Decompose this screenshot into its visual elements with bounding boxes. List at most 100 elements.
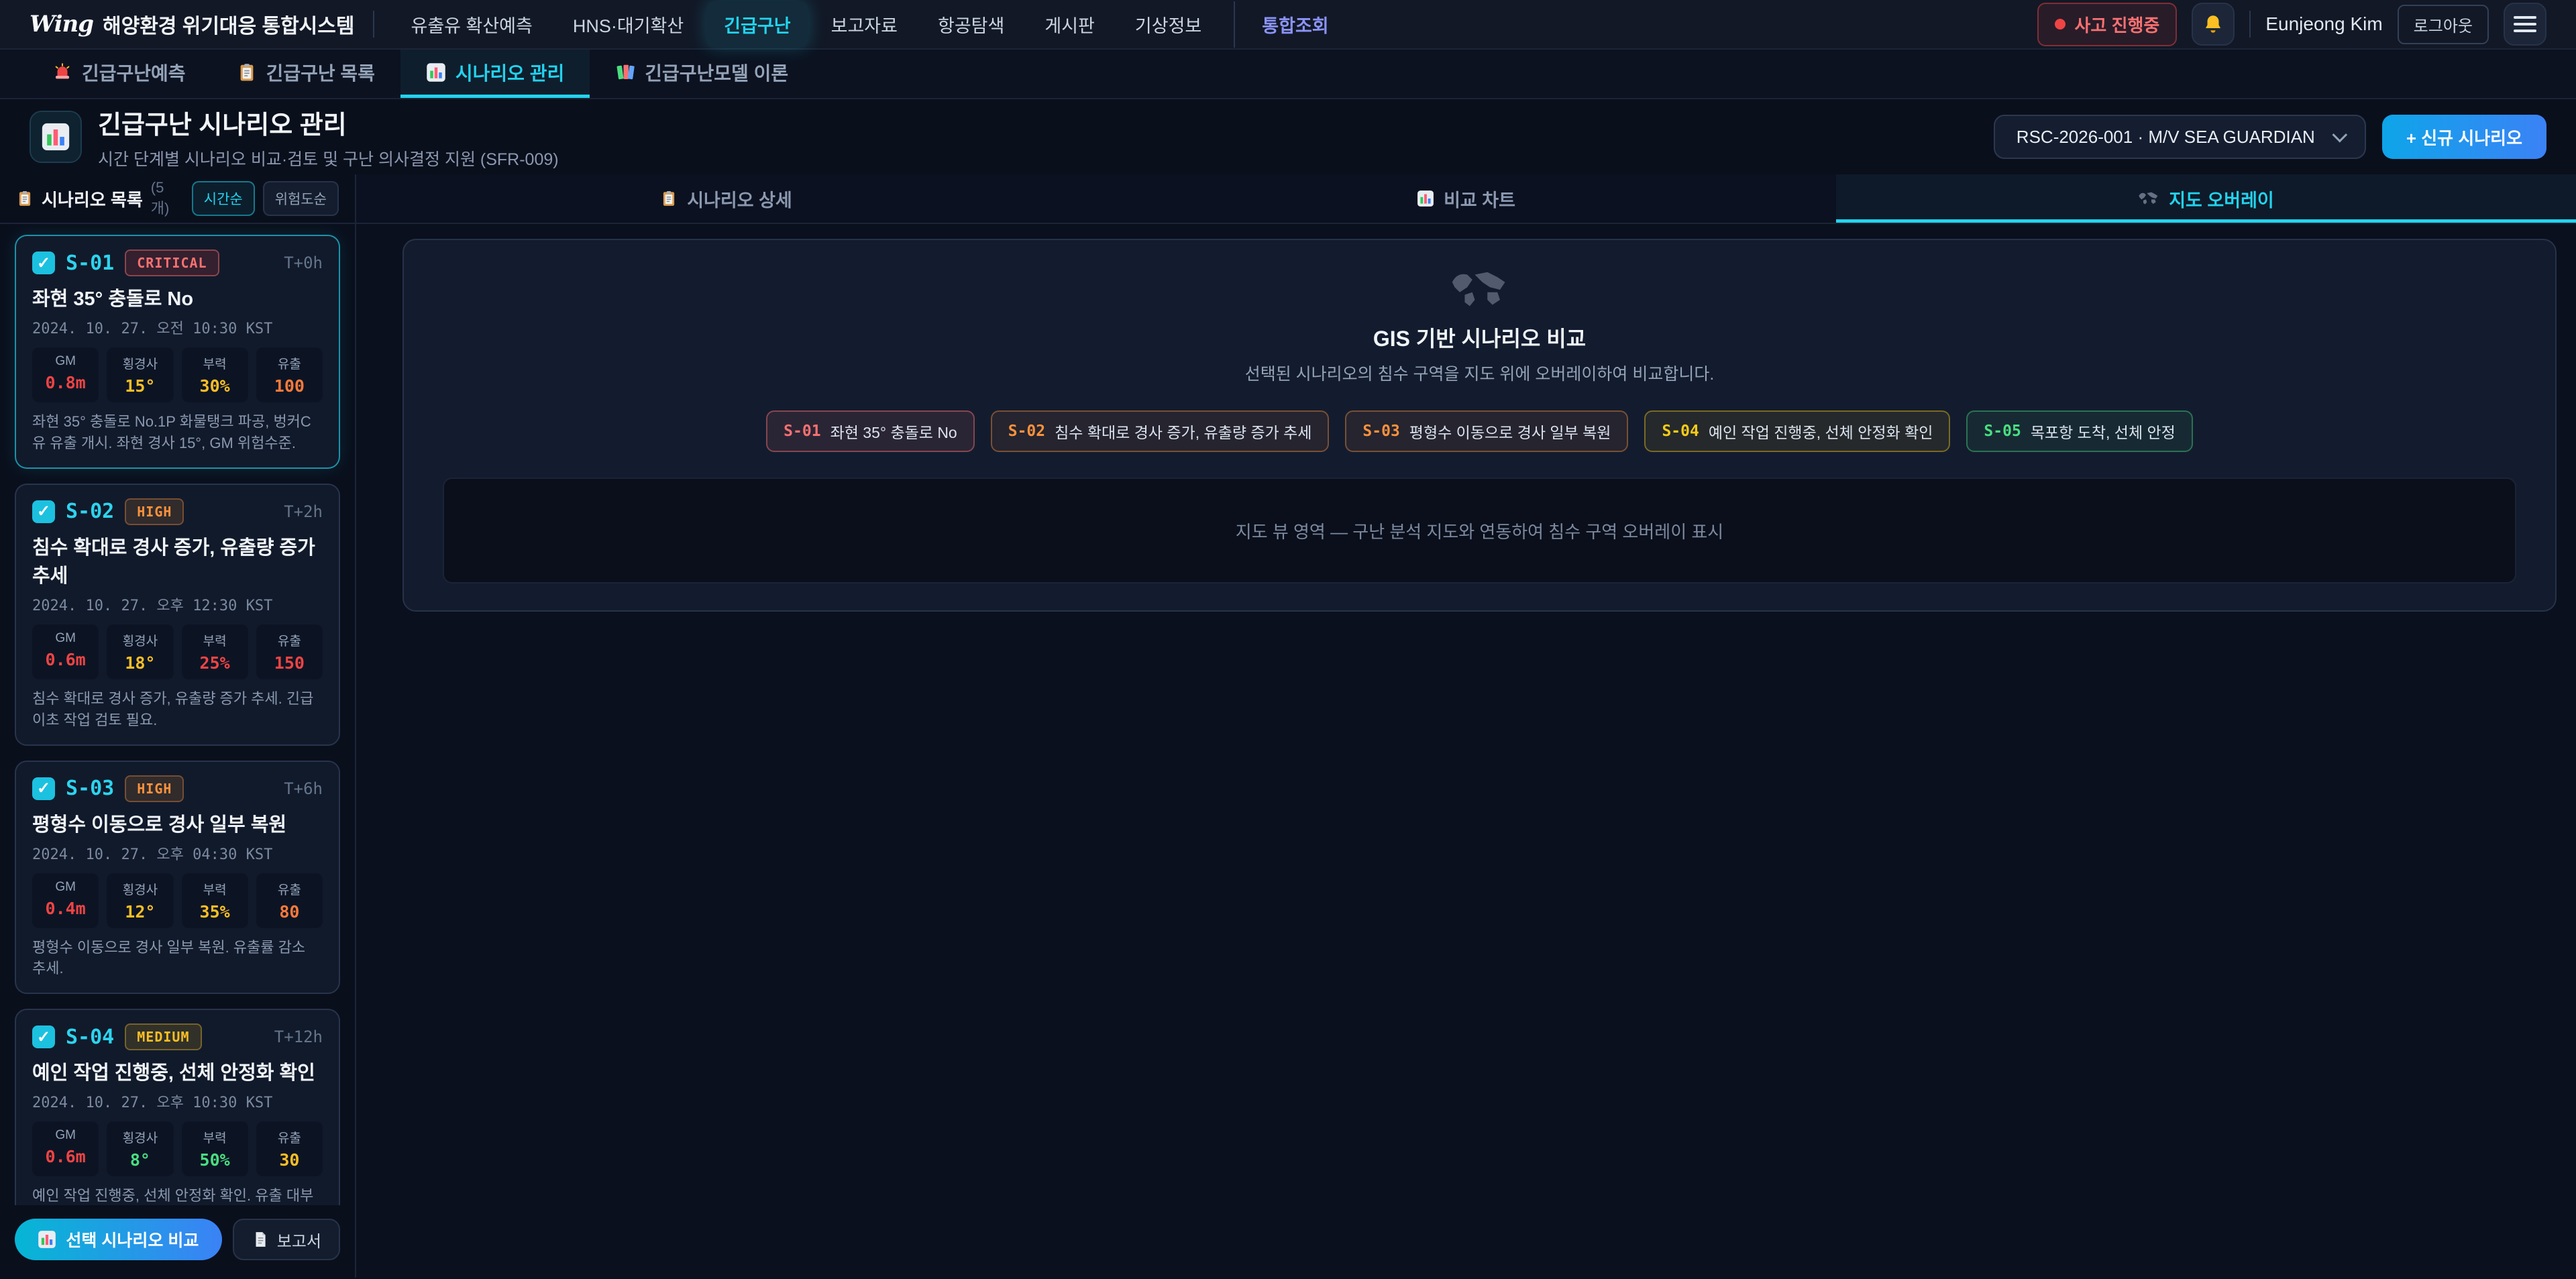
page-header: 긴급구난 시나리오 관리 시간 단계별 시나리오 비교·검토 및 구난 의사결정… (0, 99, 2576, 174)
gis-comparison-panel: GIS 기반 시나리오 비교 선택된 시나리오의 침수 구역을 지도 위에 오버… (402, 239, 2557, 612)
scenario-card-s03[interactable]: S-03 HIGH T+6h 평형수 이동으로 경사 일부 복원 2024. 1… (15, 761, 340, 995)
menu-button[interactable] (2504, 3, 2546, 46)
metric-grid: GM0.4m 횡경사12° 부력35% 유출80 (32, 873, 323, 928)
scenario-datetime: 2024. 10. 27. 오후 12:30 KST (32, 594, 323, 615)
hamburger-icon (2514, 23, 2536, 25)
scenario-sidebar: 시나리오 목록 (5개) 시간순 위험도순 S-01 CRITICAL T+0h… (0, 174, 356, 1278)
metric-gm: GM0.6m (32, 1121, 99, 1176)
scenario-checkbox[interactable] (32, 777, 55, 800)
metric-spill: 유출100 (256, 347, 323, 402)
scenario-card-s04[interactable]: S-04 MEDIUM T+12h 예인 작업 진행중, 선체 안정화 확인 2… (15, 1009, 340, 1205)
scenario-chip-s04[interactable]: S-04 예인 작업 진행중, 선체 안정화 확인 (1644, 410, 1950, 452)
scenario-title: 침수 확대로 경사 증가, 유출량 증가 추세 (32, 532, 323, 588)
tab-label: 지도 오버레이 (2169, 186, 2274, 212)
notifications-button[interactable] (2192, 3, 2235, 46)
clipboard-icon (660, 190, 678, 207)
tab-scenario-management[interactable]: 시나리오 관리 (400, 50, 590, 98)
world-map-icon (2138, 190, 2159, 207)
nav-item-weather[interactable]: 기상정보 (1118, 1, 1219, 48)
clipboard-icon (237, 62, 257, 82)
scenario-chip-s02[interactable]: S-02 침수 확대로 경사 증가, 유출량 증가 추세 (991, 410, 1330, 452)
report-button-label: 보고서 (277, 1228, 321, 1252)
chip-label: 좌현 35° 충돌로 No (830, 420, 957, 443)
nav-item-emergency-rescue[interactable]: 긴급구난 (706, 1, 808, 48)
tab-rescue-list[interactable]: 긴급구난 목록 (211, 50, 400, 98)
tab-label: 긴급구난모델 이론 (645, 59, 788, 86)
sort-by-time-button[interactable]: 시간순 (192, 181, 255, 216)
tab-map-overlay[interactable]: 지도 오버레이 (1836, 174, 2576, 223)
scenario-chip-s01[interactable]: S-01 좌현 35° 충돌로 No (766, 410, 975, 452)
metric-gm: GM0.4m (32, 873, 99, 928)
module-tabs: 긴급구난예측 긴급구난 목록 시나리오 관리 긴급구난모델 이론 (0, 50, 2576, 99)
scenario-card-s02[interactable]: S-02 HIGH T+2h 침수 확대로 경사 증가, 유출량 증가 추세 2… (15, 484, 340, 746)
case-selector-value: RSC-2026-001 · M/V SEA GUARDIAN (2017, 127, 2315, 148)
incident-status-badge: 사고 진행중 (2037, 3, 2178, 46)
sidebar-footer: 선택 시나리오 비교 보고서 (0, 1205, 355, 1278)
compare-button-label: 선택 시나리오 비교 (66, 1227, 199, 1252)
status-dot-icon (2055, 19, 2065, 30)
bar-chart-icon (41, 122, 70, 152)
page-icon-box (30, 111, 82, 163)
scenario-id: S-02 (66, 500, 114, 523)
tab-rescue-model-theory[interactable]: 긴급구난모델 이론 (590, 50, 814, 98)
nav-item-aerial-search[interactable]: 항공탐색 (920, 1, 1022, 48)
nav-item-reports[interactable]: 보고자료 (814, 1, 915, 48)
scenario-id: S-03 (66, 777, 114, 800)
timeline-offset: T+0h (284, 254, 323, 272)
books-icon (615, 62, 635, 82)
metric-spill: 유출30 (256, 1121, 323, 1176)
severity-badge: HIGH (125, 498, 184, 525)
tab-label: 시나리오 관리 (455, 59, 564, 86)
nav-item-board[interactable]: 게시판 (1027, 1, 1112, 48)
scenario-checkbox[interactable] (32, 500, 55, 523)
scenario-description: 좌현 35° 충돌로 No.1P 화물탱크 파공, 벙커C유 유출 개시. 좌현… (32, 411, 323, 454)
gis-heading: GIS 기반 시나리오 비교 (443, 322, 2516, 353)
tab-rescue-forecast[interactable]: 긴급구난예측 (27, 50, 211, 98)
scenario-checkbox[interactable] (32, 252, 55, 274)
nav-item-hns[interactable]: HNS·대기확산 (555, 1, 701, 48)
scenario-checkbox[interactable] (32, 1025, 55, 1048)
chip-id: S-02 (1008, 423, 1045, 440)
scenario-datetime: 2024. 10. 27. 오후 04:30 KST (32, 842, 323, 864)
metric-buoyancy: 부력35% (182, 873, 248, 928)
nav-item-integrated-search[interactable]: 통합조회 (1234, 1, 1346, 48)
new-scenario-button[interactable]: + 신규 시나리오 (2382, 115, 2546, 159)
scenario-card-s01[interactable]: S-01 CRITICAL T+0h 좌현 35° 충돌로 No 2024. 1… (15, 235, 340, 469)
chip-label: 평형수 이동으로 경사 일부 복원 (1409, 420, 1611, 443)
main-nav: 유출유 확산예측 HNS·대기확산 긴급구난 보고자료 항공탐색 게시판 기상정… (393, 1, 2018, 48)
scenario-chip-s03[interactable]: S-03 평형수 이동으로 경사 일부 복원 (1345, 410, 1628, 452)
scenario-id: S-01 (66, 252, 114, 275)
bar-chart-icon (1417, 190, 1434, 207)
logout-button[interactable]: 로그아웃 (2398, 5, 2489, 44)
chip-label: 예인 작업 진행중, 선체 안정화 확인 (1709, 420, 1933, 443)
chip-label: 목포항 도착, 선체 안정 (2031, 420, 2176, 443)
page-title: 긴급구난 시나리오 관리 (98, 104, 559, 141)
tab-scenario-detail[interactable]: 시나리오 상세 (356, 174, 1096, 223)
scenario-card-list: S-01 CRITICAL T+0h 좌현 35° 충돌로 No 2024. 1… (0, 224, 355, 1205)
case-selector-dropdown[interactable]: RSC-2026-001 · M/V SEA GUARDIAN (1994, 115, 2366, 159)
bar-chart-icon (38, 1230, 56, 1249)
content-layout: 시나리오 목록 (5개) 시간순 위험도순 S-01 CRITICAL T+0h… (0, 174, 2576, 1278)
chip-id: S-03 (1362, 423, 1399, 440)
incident-status-label: 사고 진행중 (2075, 12, 2160, 37)
metric-grid: GM0.6m 횡경사8° 부력50% 유출30 (32, 1121, 323, 1176)
divider (2249, 11, 2251, 38)
metric-heel: 횡경사18° (107, 624, 173, 679)
nav-item-oil-spill[interactable]: 유출유 확산예측 (393, 1, 549, 48)
severity-badge: MEDIUM (125, 1023, 201, 1050)
scenario-chip-s05[interactable]: S-05 목포항 도착, 선체 안정 (1966, 410, 2192, 452)
compare-scenarios-button[interactable]: 선택 시나리오 비교 (15, 1219, 222, 1260)
chip-label: 침수 확대로 경사 증가, 유출량 증가 추세 (1055, 420, 1311, 443)
sidebar-title: 시나리오 목록 (42, 186, 143, 211)
report-button[interactable]: 보고서 (233, 1219, 340, 1260)
content-tabs: 시나리오 상세 비교 차트 지도 오버레이 (356, 174, 2576, 224)
sort-by-risk-button[interactable]: 위험도순 (263, 181, 339, 216)
tab-comparison-chart[interactable]: 비교 차트 (1096, 174, 1836, 223)
metric-spill: 유출150 (256, 624, 323, 679)
app-title: 해양환경 위기대응 통합시스템 (103, 9, 354, 39)
gis-subheading: 선택된 시나리오의 침수 구역을 지도 위에 오버레이하여 비교합니다. (443, 361, 2516, 385)
main-content: 시나리오 상세 비교 차트 지도 오버레이 GIS 기반 시나리오 비교 (356, 174, 2576, 1278)
chip-id: S-04 (1662, 423, 1699, 440)
chip-id: S-01 (784, 423, 820, 440)
scenario-title: 예인 작업 진행중, 선체 안정화 확인 (32, 1057, 323, 1085)
